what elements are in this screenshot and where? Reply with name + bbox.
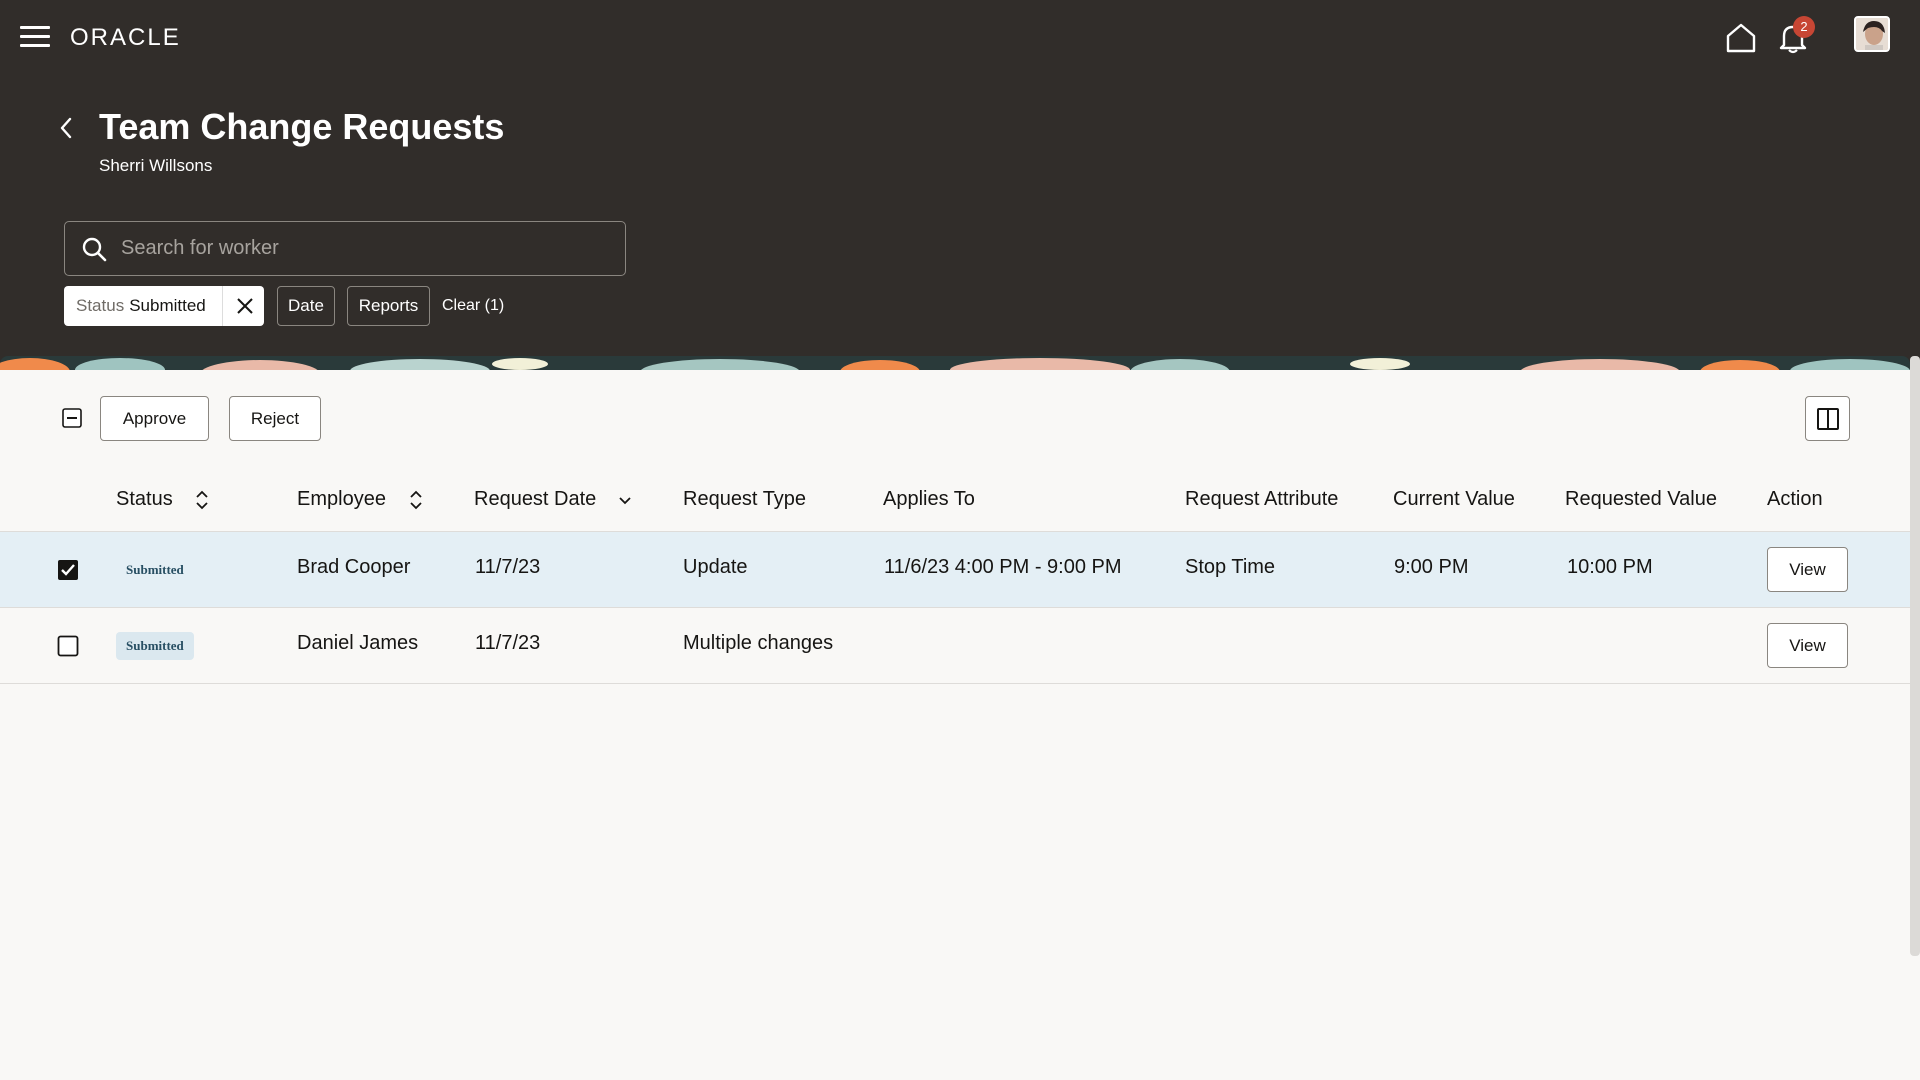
notification-count-badge: 2 [1793, 16, 1815, 38]
column-header-employee[interactable]: Employee [297, 488, 386, 511]
status-filter-label: Status [76, 296, 125, 315]
table-header: Status Employee Request Date Request Typ… [0, 474, 1910, 532]
column-header-request-attribute: Request Attribute [1185, 488, 1339, 510]
status-filter-value: Submitted [129, 296, 206, 315]
status-badge: Submitted [116, 632, 194, 660]
columns-icon [1816, 407, 1839, 430]
page-title: Team Change Requests [99, 106, 505, 147]
table-row[interactable]: Submitted Brad Cooper 11/7/23 Update 11/… [0, 532, 1910, 608]
row-checkbox[interactable] [57, 635, 79, 657]
column-header-action: Action [1767, 488, 1823, 510]
back-arrow-icon[interactable] [56, 114, 78, 142]
column-header-current-value: Current Value [1393, 488, 1515, 510]
reject-button[interactable]: Reject [229, 396, 321, 441]
search-field[interactable] [64, 221, 626, 276]
requested-value: 10:00 PM [1567, 556, 1653, 578]
request-date: 11/7/23 [475, 632, 541, 654]
oracle-logo[interactable]: ORACLE [70, 24, 181, 52]
date-filter-button[interactable]: Date [277, 286, 335, 326]
request-attribute: Stop Time [1185, 556, 1276, 578]
search-input[interactable] [121, 237, 625, 260]
applies-to: 11/6/23 4:00 PM - 9:00 PM [884, 556, 1122, 578]
user-photo-icon [1856, 18, 1888, 50]
table-row[interactable]: Submitted Daniel James 11/7/23 Multiple … [0, 608, 1910, 684]
search-icon [82, 237, 107, 261]
employee-name: Daniel James [297, 632, 419, 654]
request-date: 11/7/23 [475, 556, 541, 578]
view-button[interactable]: View [1767, 623, 1848, 668]
employee-name: Brad Cooper [297, 556, 411, 578]
column-layout-button[interactable] [1805, 396, 1850, 441]
view-button[interactable]: View [1767, 547, 1848, 592]
column-header-request-date[interactable]: Request Date [474, 488, 596, 511]
column-header-requested-value: Requested Value [1565, 488, 1717, 510]
column-header-applies-to: Applies To [883, 488, 975, 510]
request-type: Multiple changes [683, 632, 834, 654]
row-checkbox-checked[interactable] [57, 559, 79, 581]
status-badge: Submitted [126, 562, 184, 577]
request-type: Update [683, 556, 748, 578]
avatar[interactable] [1854, 16, 1890, 52]
column-header-status[interactable]: Status [116, 488, 173, 511]
app-header: ORACLE 2 Team Change Requests Sherri Wil… [0, 0, 1920, 370]
sort-icon[interactable] [406, 488, 426, 512]
sort-descending-icon[interactable] [615, 488, 635, 512]
clear-filters-link[interactable]: Clear (1) [442, 297, 504, 315]
column-header-request-type: Request Type [683, 488, 807, 510]
home-icon[interactable] [1724, 22, 1758, 54]
menu-icon[interactable] [20, 26, 50, 50]
vertical-scrollbar[interactable] [1910, 356, 1920, 956]
current-value: 9:00 PM [1394, 556, 1469, 578]
select-all-checkbox[interactable] [62, 408, 82, 428]
status-filter-chip[interactable]: Status Submitted [64, 286, 264, 326]
reports-filter-button[interactable]: Reports [347, 286, 430, 326]
page-subtitle: Sherri Willsons [99, 156, 213, 175]
sort-icon[interactable] [192, 488, 212, 512]
close-icon[interactable] [234, 295, 256, 317]
approve-button[interactable]: Approve [100, 396, 209, 441]
